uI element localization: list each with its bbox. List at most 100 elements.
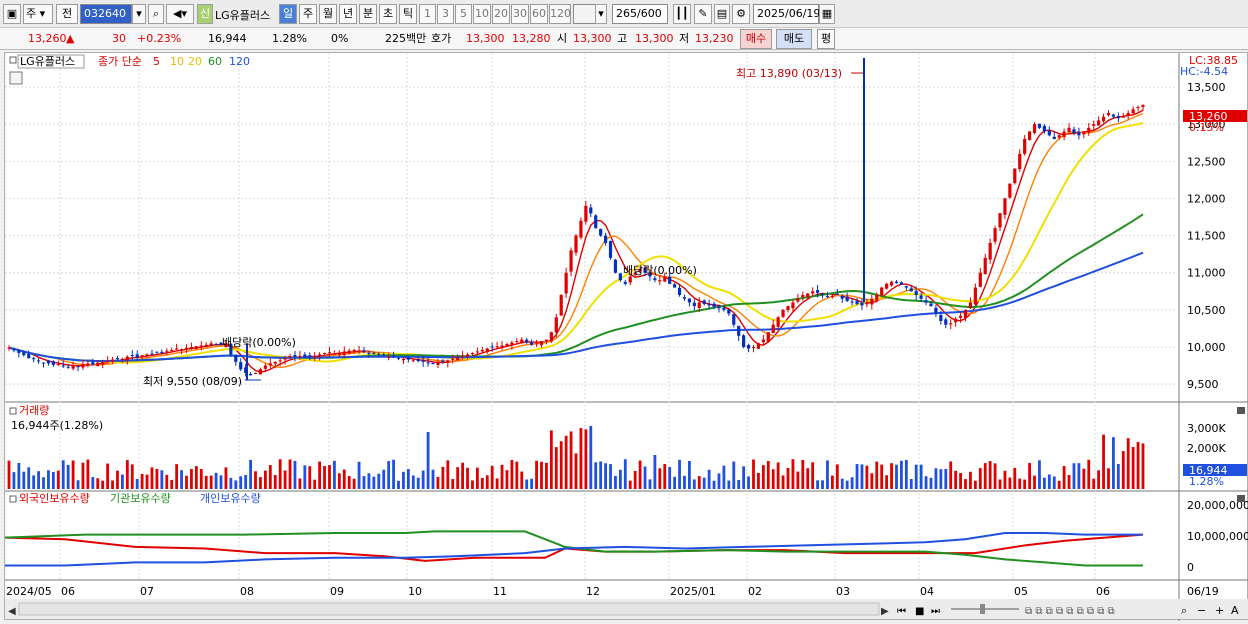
candle-body bbox=[332, 353, 337, 355]
candle-body bbox=[446, 360, 450, 363]
count-input[interactable]: 265/600 bbox=[612, 4, 668, 24]
volume-bar bbox=[61, 460, 65, 489]
draw-tool-icon[interactable]: ✎ bbox=[694, 4, 712, 24]
period-second[interactable]: 초 bbox=[379, 4, 397, 24]
scrollbar-thumb[interactable] bbox=[18, 602, 880, 616]
stop-icon[interactable]: ■ bbox=[915, 606, 924, 617]
period-year[interactable]: 년 bbox=[339, 4, 357, 24]
period-week[interactable]: 주 bbox=[299, 4, 317, 24]
candle-type-icon[interactable]: ┃┃ bbox=[673, 4, 691, 24]
date-input[interactable]: 2025/06/19 bbox=[753, 4, 820, 24]
volume-bar bbox=[288, 459, 292, 489]
candle-body bbox=[283, 358, 287, 360]
save-icon[interactable]: ▤ bbox=[714, 4, 730, 24]
volume-bar bbox=[1092, 478, 1096, 489]
holding-close-icon[interactable] bbox=[1237, 495, 1245, 502]
candle-body bbox=[904, 286, 908, 288]
chart-panel[interactable]: 13,500 13,000 12,500 12,000 11,500 11,000 10,5… bbox=[4, 52, 1248, 621]
volume-readout: 16,944주(1.28%) bbox=[11, 419, 103, 432]
candle-body bbox=[825, 295, 830, 297]
volume-bar bbox=[614, 475, 617, 489]
candle-body bbox=[534, 343, 539, 345]
holding-legend-box bbox=[9, 495, 17, 503]
period-minute[interactable]: 분 bbox=[359, 4, 377, 24]
volume-bar bbox=[224, 467, 228, 489]
volume-bar bbox=[239, 476, 243, 489]
volume-bar bbox=[1126, 438, 1130, 489]
candle-body bbox=[924, 300, 928, 303]
zoom-slider-handle[interactable] bbox=[980, 604, 985, 614]
interval-3[interactable]: 3 bbox=[437, 4, 454, 24]
zoom-out-icon[interactable]: − bbox=[1197, 604, 1206, 617]
market-type-select[interactable]: 주 ▾ bbox=[23, 4, 53, 24]
indicator-table-icon[interactable] bbox=[9, 71, 23, 85]
code-dropdown-icon[interactable]: ▾ bbox=[132, 4, 146, 24]
volume-bar bbox=[520, 471, 524, 489]
volume-bar bbox=[56, 470, 60, 489]
sell-button[interactable]: 매도 bbox=[776, 29, 812, 49]
scroll-right-icon[interactable]: ▶ bbox=[881, 606, 889, 617]
tool-icons[interactable]: ⧉ ⧉ ⧉ ⧉ ⧉ ⧉ ⧉ ⧉ ⧉ bbox=[1025, 606, 1115, 617]
candle-body bbox=[1067, 127, 1071, 132]
font-size-icon[interactable]: A bbox=[1231, 604, 1239, 617]
volume-bar bbox=[1112, 437, 1115, 489]
interval-30[interactable]: 30 bbox=[511, 4, 529, 24]
candle-body bbox=[623, 281, 627, 284]
calendar-icon[interactable]: ▦ bbox=[819, 4, 835, 24]
gear-icon[interactable]: ⚙ bbox=[732, 4, 750, 24]
volume-bar bbox=[475, 467, 479, 489]
rewind-icon[interactable]: ⏮ bbox=[897, 606, 906, 617]
volume-bar bbox=[860, 464, 864, 489]
zoom-search-icon[interactable]: ⌕ bbox=[1181, 604, 1187, 617]
prev-button[interactable]: 전 bbox=[56, 4, 78, 24]
price-tick: 9,500 bbox=[1187, 378, 1219, 391]
volume-bar bbox=[944, 468, 948, 489]
window-menu-icon[interactable]: ▣ bbox=[3, 4, 21, 24]
holding-tick-0: 0 bbox=[1187, 561, 1194, 574]
candle-body bbox=[520, 339, 524, 344]
candle-body bbox=[1121, 116, 1125, 118]
candle-body bbox=[155, 351, 159, 353]
volume-bar bbox=[904, 459, 908, 489]
candle-body bbox=[574, 235, 578, 253]
candle-body bbox=[1116, 116, 1120, 119]
candle-body bbox=[101, 361, 105, 365]
search-icon[interactable]: ⌕ bbox=[148, 4, 164, 24]
interval-120[interactable]: 120 bbox=[549, 4, 571, 24]
candle-body bbox=[27, 353, 31, 359]
volume-bar bbox=[781, 475, 785, 489]
chevron-down-icon[interactable]: ▾ bbox=[595, 4, 607, 24]
interval-20[interactable]: 20 bbox=[492, 4, 510, 24]
zoom-in-icon[interactable]: + bbox=[1215, 604, 1224, 617]
candle-body bbox=[929, 303, 933, 307]
interval-5[interactable]: 5 bbox=[455, 4, 472, 24]
volume-bar bbox=[111, 480, 114, 489]
volume-bar bbox=[648, 479, 652, 489]
volume-bar bbox=[106, 463, 110, 489]
candle-body bbox=[1042, 125, 1046, 132]
buy-button[interactable]: 매수 bbox=[740, 29, 772, 49]
volume-bar bbox=[880, 464, 884, 489]
scroll-left-icon[interactable]: ◀ bbox=[8, 606, 16, 617]
interval-10[interactable]: 10 bbox=[473, 4, 491, 24]
candle-body bbox=[130, 355, 134, 357]
speaker-icon[interactable]: ◀▾ bbox=[166, 4, 194, 24]
eval-button[interactable]: 평 bbox=[817, 29, 835, 49]
period-day[interactable]: 일 bbox=[279, 4, 297, 24]
forward-icon[interactable]: ⏭ bbox=[931, 606, 940, 617]
volume-bar bbox=[722, 465, 726, 489]
candle-body bbox=[756, 343, 761, 349]
interval-60[interactable]: 60 bbox=[530, 4, 548, 24]
volume-bar bbox=[934, 468, 938, 489]
period-month[interactable]: 월 bbox=[319, 4, 337, 24]
interval-1[interactable]: 1 bbox=[419, 4, 436, 24]
legend-ma60: 60 bbox=[208, 55, 222, 68]
candle-body bbox=[253, 373, 258, 374]
candle-body bbox=[1106, 113, 1111, 116]
volume-bar bbox=[840, 478, 844, 489]
stock-code-input[interactable]: 032640 bbox=[80, 4, 132, 24]
candle-body bbox=[337, 352, 341, 356]
volume-bar bbox=[125, 460, 129, 489]
volume-close-icon[interactable] bbox=[1237, 407, 1245, 414]
period-tick[interactable]: 틱 bbox=[399, 4, 417, 24]
